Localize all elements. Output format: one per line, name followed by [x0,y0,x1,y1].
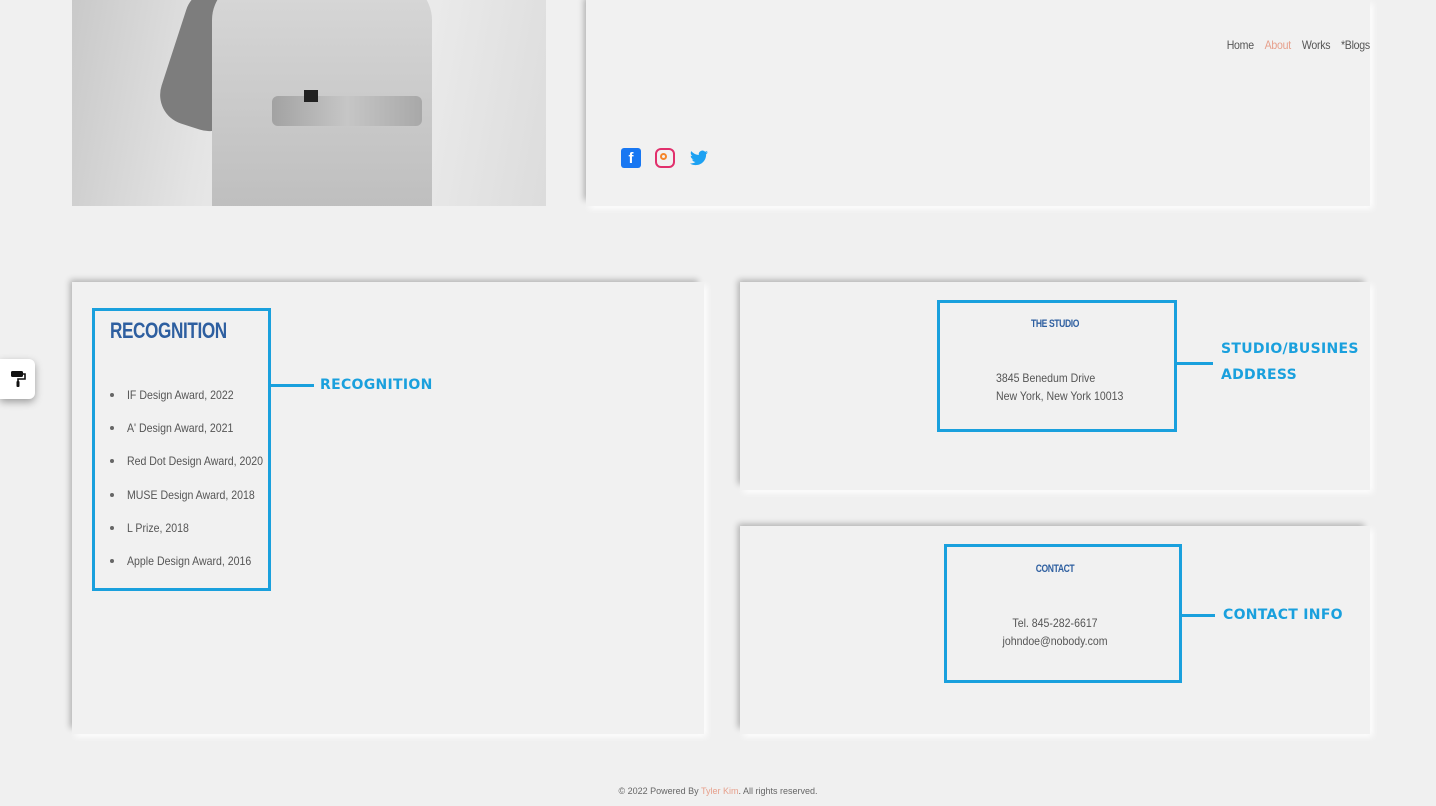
nav-item-home[interactable]: Home [1227,38,1254,52]
facebook-icon[interactable]: f [621,148,641,168]
contact-annotation-box [944,544,1182,683]
studio-annotation-line [1177,362,1213,365]
footer: © 2022 Powered By Tyler Kim. All rights … [0,786,1436,796]
main-nav: Home About Works *Blogs [1223,38,1370,52]
hero-photo [72,0,546,206]
nav-item-works[interactable]: Works [1302,38,1331,52]
footer-prefix: © 2022 Powered By [618,786,701,796]
social-links: f [621,148,709,168]
photo-buckle-shape [304,90,318,102]
photo-belt-shape [272,96,422,126]
paint-roller-button[interactable] [0,359,35,399]
recognition-annotation-box [92,308,271,591]
contact-annotation-line [1182,614,1215,617]
twitter-icon[interactable] [689,148,709,168]
recognition-annotation-label: RECOGNITION [320,377,433,393]
studio-annotation-label: STUDIO/BUSINES ADDRESS [1221,341,1359,383]
nav-item-about[interactable]: About [1265,38,1292,52]
footer-author-link[interactable]: Tyler Kim [701,786,739,796]
recognition-annotation-line [271,384,314,387]
nav-item-blogs[interactable]: *Blogs [1341,38,1370,52]
contact-annotation-label: CONTACT INFO [1223,607,1343,623]
studio-annotation-box [937,300,1177,432]
paint-roller-icon [10,371,26,387]
instagram-icon[interactable] [655,148,675,168]
footer-suffix: . All rights reserved. [738,786,818,796]
header-card [586,0,1370,206]
